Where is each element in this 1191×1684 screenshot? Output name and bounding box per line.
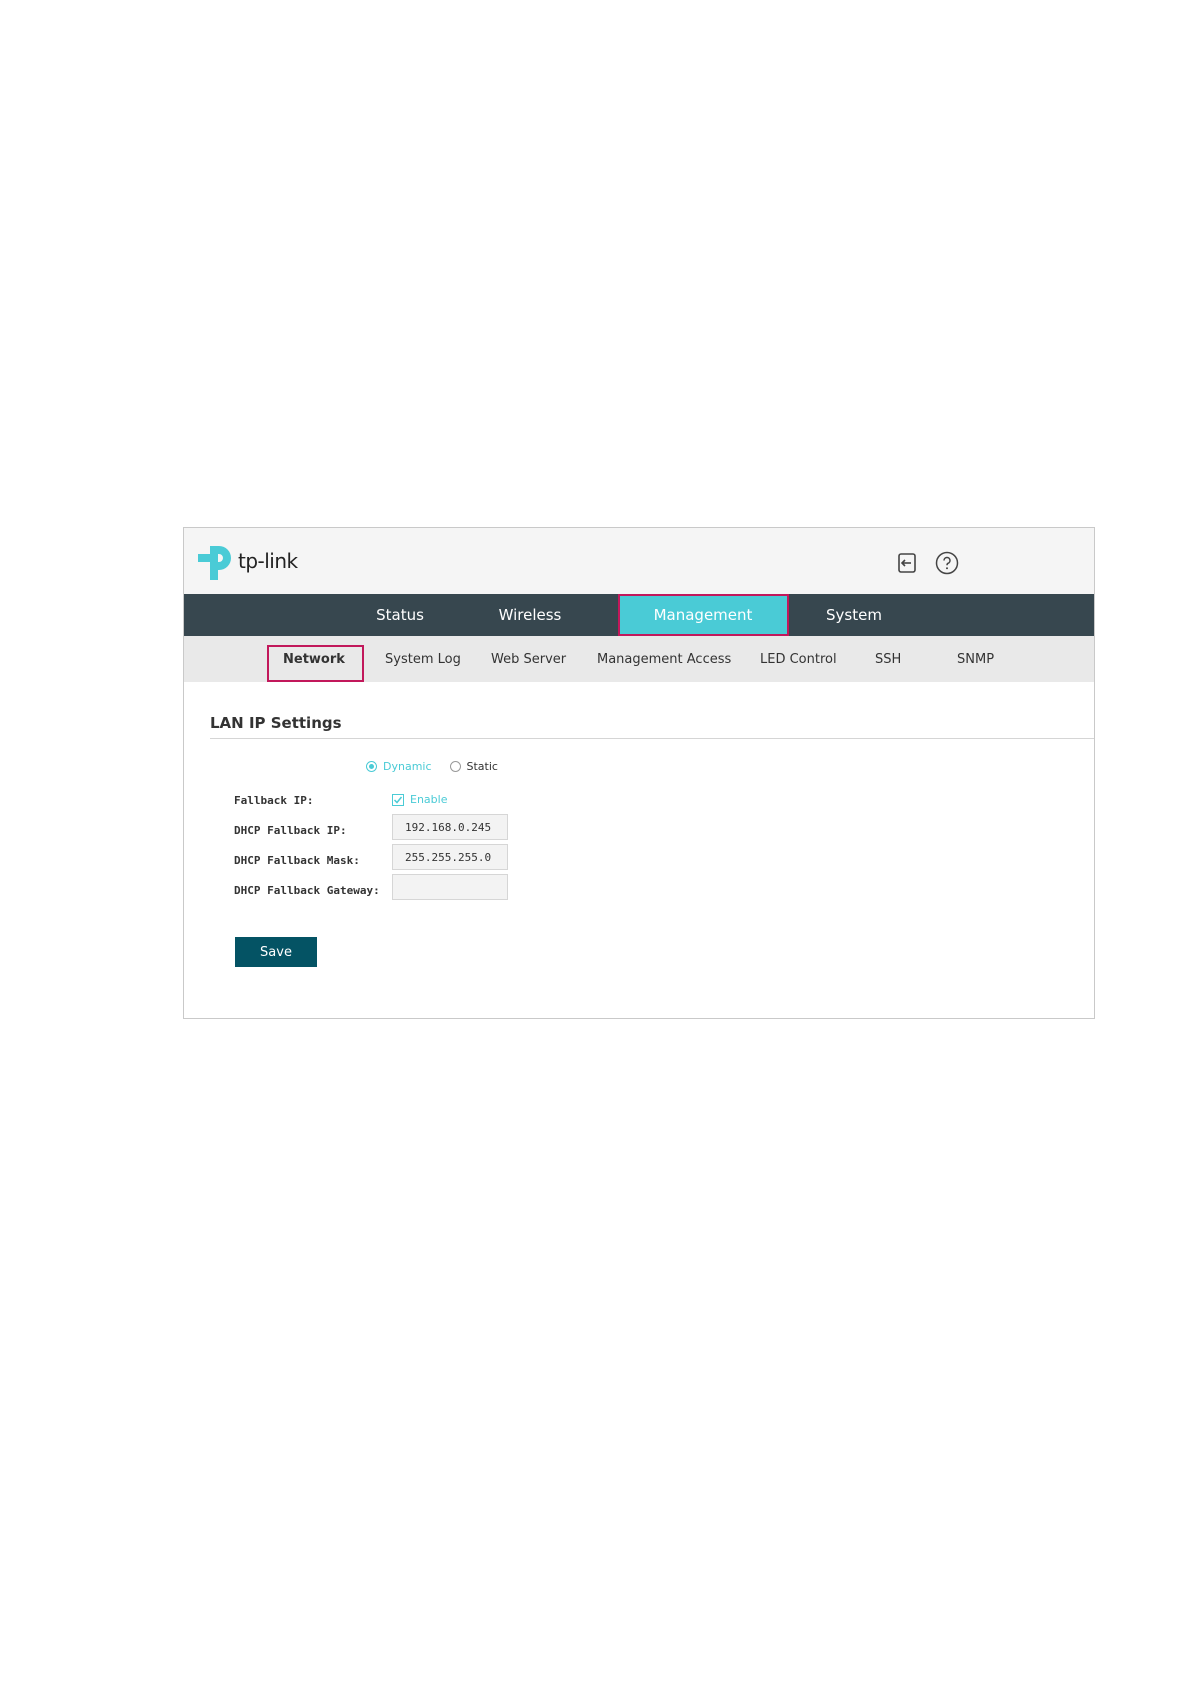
header-icons xyxy=(894,550,960,576)
subtab-snmp[interactable]: SNMP xyxy=(957,636,994,682)
section-title: LAN IP Settings xyxy=(210,714,342,732)
radio-dynamic[interactable]: Dynamic xyxy=(366,760,432,773)
radio-unselected-icon[interactable] xyxy=(449,761,461,772)
radio-dynamic-label: Dynamic xyxy=(383,760,432,773)
header: tp-link xyxy=(184,528,1094,594)
checkbox-checked-icon[interactable] xyxy=(392,793,404,806)
dhcp-fallback-mask-input[interactable]: 255.255.255.0 xyxy=(392,844,508,870)
enable-label: Enable xyxy=(410,793,448,806)
dhcp-fallback-mask-label: DHCP Fallback Mask: xyxy=(234,854,360,867)
subtab-system-log[interactable]: System Log xyxy=(385,636,461,682)
fallback-enable-checkbox[interactable]: Enable xyxy=(392,793,447,806)
main-nav: Status Wireless Management System xyxy=(184,594,1094,636)
dhcp-fallback-ip-label: DHCP Fallback IP: xyxy=(234,824,347,837)
fallback-ip-label: Fallback IP: xyxy=(234,794,314,807)
subtab-network[interactable]: Network xyxy=(283,636,345,682)
radio-selected-icon[interactable] xyxy=(366,761,377,772)
section-divider xyxy=(210,738,1094,739)
logo: tp-link xyxy=(196,542,298,580)
tab-system[interactable]: System xyxy=(804,594,904,636)
subtab-ssh[interactable]: SSH xyxy=(875,636,901,682)
help-icon[interactable] xyxy=(934,550,960,576)
tab-management[interactable]: Management xyxy=(618,594,788,636)
tab-wireless[interactable]: Wireless xyxy=(480,594,580,636)
subtab-management-access[interactable]: Management Access xyxy=(597,636,731,682)
logout-icon[interactable] xyxy=(894,550,920,576)
radio-static-label: Static xyxy=(466,760,498,773)
tp-link-logo-icon xyxy=(198,546,231,580)
subtab-web-server[interactable]: Web Server xyxy=(491,636,566,682)
save-button[interactable]: Save xyxy=(235,937,317,967)
radio-static[interactable]: Static xyxy=(449,760,498,773)
tab-status[interactable]: Status xyxy=(352,594,448,636)
sub-nav: Network System Log Web Server Management… xyxy=(184,636,1094,682)
logo-text: tp-link xyxy=(238,549,298,573)
dhcp-fallback-gateway-input[interactable] xyxy=(392,874,508,900)
dhcp-fallback-gateway-label: DHCP Fallback Gateway: xyxy=(234,884,380,897)
app-window: tp-link Status Wireless Management Syste… xyxy=(183,527,1095,1019)
subtab-led-control[interactable]: LED Control xyxy=(760,636,837,682)
ip-mode-radio-group: Dynamic Static xyxy=(366,760,498,773)
dhcp-fallback-ip-input[interactable]: 192.168.0.245 xyxy=(392,814,508,840)
